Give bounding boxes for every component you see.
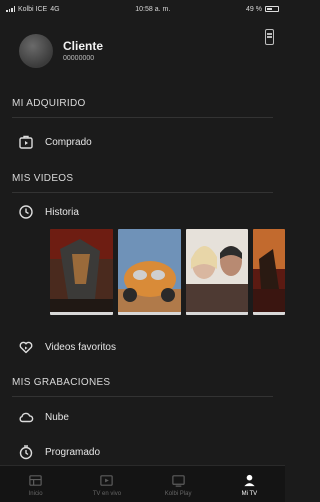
tab-label: Mi TV (241, 491, 258, 497)
tab-mi-tv[interactable]: Mi TV (219, 473, 279, 497)
cloud-icon (19, 412, 34, 423)
profile-name: Cliente (63, 39, 104, 53)
section-title-videos: MIS VIDEOS (12, 173, 74, 184)
menu-item-nube[interactable]: Nube (18, 407, 69, 427)
screen-icon (171, 475, 185, 487)
tab-label: TV en vivo (92, 491, 122, 497)
status-bar: Kolbi ICE 4G 10:58 a. m. 49 % (0, 0, 285, 18)
history-poster-transformers[interactable] (50, 229, 113, 315)
clock: 10:58 a. m. (135, 5, 171, 13)
menu-item-historia[interactable]: Historia (18, 202, 79, 222)
network-label: 4G (50, 5, 60, 13)
profile-id: 00000000 (63, 55, 95, 62)
progress-indicator (186, 312, 248, 315)
menu-item-label: Historia (45, 206, 79, 218)
menu-item-label: Comprado (45, 136, 92, 148)
menu-item-programado[interactable]: Programado (18, 442, 100, 462)
tab-inicio[interactable]: Inicio (6, 473, 66, 497)
tab-label: Kolbi Play (164, 491, 192, 497)
progress-indicator (50, 312, 113, 315)
menu-item-label: Programado (45, 446, 101, 458)
divider (12, 396, 273, 397)
tab-tv-en-vivo[interactable]: TV en vivo (77, 473, 137, 497)
timer-icon (19, 445, 33, 460)
divider (12, 192, 273, 193)
menu-item-label: Videos favoritos (45, 341, 116, 353)
profile-header[interactable]: Cliente 00000000 (0, 22, 285, 80)
section-title-adquirido: MI ADQUIRIDO (12, 98, 86, 109)
bottom-tab-bar: Inicio TV en vivo Kolbi Play Mi TV (0, 465, 285, 502)
battery-icon (265, 6, 279, 12)
divider (12, 117, 273, 118)
history-poster-drama[interactable] (186, 229, 248, 315)
device-icon[interactable] (265, 29, 274, 45)
progress-indicator (253, 312, 285, 315)
favorite-heart-icon (19, 341, 33, 354)
person-icon (244, 474, 255, 487)
menu-item-label: Nube (45, 411, 69, 423)
tab-label: Inicio (28, 491, 43, 497)
home-icon (29, 475, 42, 486)
menu-item-videos-favoritos[interactable]: Videos favoritos (18, 337, 116, 357)
tab-kolbi-play[interactable]: Kolbi Play (148, 473, 208, 497)
carrier-label: Kolbi ICE (18, 5, 48, 13)
history-poster-cars[interactable] (118, 229, 181, 315)
menu-item-comprado[interactable]: Comprado (18, 132, 92, 152)
progress-indicator (118, 312, 181, 315)
signal-icon (6, 6, 15, 12)
history-poster-action[interactable] (253, 229, 285, 315)
battery-percent: 49 % (246, 5, 262, 13)
section-title-grabaciones: MIS GRABACIONES (12, 377, 111, 388)
avatar[interactable] (19, 34, 53, 68)
play-tv-icon (100, 475, 114, 486)
clock-icon (19, 205, 33, 219)
purchase-icon (19, 135, 33, 149)
